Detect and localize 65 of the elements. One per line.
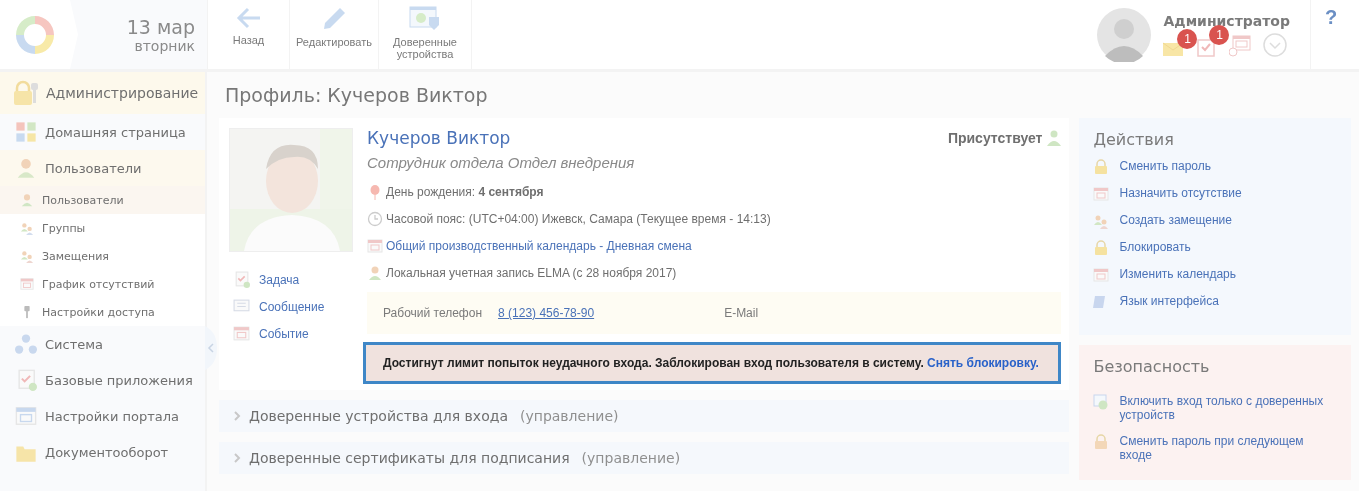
calendar-icon — [1093, 267, 1110, 283]
panel-link[interactable]: Сменить пароль при следующем входе — [1093, 434, 1337, 462]
weekday-label: вторник — [134, 37, 195, 54]
profile-name: Кучеров Виктор — [367, 128, 512, 148]
collapsible-header[interactable]: Доверенные сертификаты для подписания (управление) — [219, 442, 1070, 474]
calendar-icon — [20, 277, 34, 291]
dropdown-icon[interactable] — [1263, 32, 1288, 57]
sidebar-item[interactable]: Пользователи — [0, 150, 205, 186]
sidebar-item[interactable]: Домашняя страница — [0, 114, 205, 150]
manage-link[interactable]: (управление) — [520, 408, 619, 424]
panel-link[interactable]: Сменить пароль — [1093, 159, 1337, 186]
date-label: 13 мар — [126, 15, 195, 38]
avatar[interactable] — [1097, 7, 1152, 62]
count-badge: 1 — [1177, 28, 1198, 49]
panel-title: Действия — [1093, 130, 1175, 149]
panel-title: Безопасность — [1093, 357, 1211, 376]
calendar-icon — [367, 237, 383, 254]
panel-link[interactable]: Язык интерфейса — [1093, 294, 1337, 321]
contact-label: Рабочий телефон — [383, 306, 483, 320]
alert-message: Достигнут лимит попыток неудачного входа. Заблокирован вход пользователя в систему. Снять блокировку. — [363, 342, 1062, 384]
action-link[interactable]: Событие — [229, 320, 353, 347]
window-shield-icon — [409, 6, 441, 32]
unblock-link[interactable]: Снять блокировку. — [927, 356, 1039, 370]
panel-link[interactable]: Включить вход только с доверенных устройств — [1093, 394, 1337, 422]
calendar-icon — [1093, 186, 1110, 202]
sidebar-subitem[interactable]: Настройки доступа — [0, 298, 205, 326]
padlock-key-icon — [12, 80, 40, 106]
back-arrow-icon — [235, 6, 262, 30]
sidebar-subitem[interactable]: Замещения — [0, 242, 205, 270]
pencil-icon — [321, 6, 347, 32]
envelope-icon[interactable] — [1163, 40, 1186, 57]
panel-link[interactable]: Изменить календарь — [1093, 267, 1337, 294]
sidebar-item[interactable]: Настройки портала — [0, 398, 205, 434]
chevron-icon — [233, 411, 241, 421]
collapsible-header[interactable]: Доверенные устройства для входа (управление) — [219, 400, 1070, 432]
panel-link[interactable]: Блокировать — [1093, 240, 1337, 267]
phone-link[interactable]: 8 (123) 456-78-90 — [498, 306, 595, 320]
user-icon — [20, 193, 34, 207]
calendar-link[interactable]: Общий производственный календарь - Дневная смена — [386, 238, 692, 253]
sidebar-subitem[interactable]: График отсутствий — [0, 270, 205, 298]
page-title: Профиль: Кучеров Виктор — [225, 84, 489, 106]
collapse-handle[interactable] — [205, 326, 217, 370]
position-text: Сотрудник отдела Отдел внедрения — [367, 154, 636, 171]
sidebar-item[interactable]: Базовые приложения — [0, 362, 205, 398]
detail-text: День рождения: 4 сентября — [386, 184, 544, 199]
presence-status: Присутствует — [947, 130, 1043, 146]
calendar-icon[interactable] — [1229, 34, 1252, 57]
contact-label: E-Mail — [724, 306, 759, 320]
detail-text: Локальная учетная запись ELMA (с 28 ноября 2017) — [386, 265, 677, 280]
sidebar-item[interactable]: Документооборот — [0, 434, 205, 470]
task-icon[interactable] — [1197, 36, 1218, 57]
task-icon — [233, 271, 250, 288]
chevron-icon — [233, 453, 241, 463]
panel-link[interactable]: Создать замещение — [1093, 213, 1337, 240]
sidebar-item[interactable]: Система — [0, 326, 205, 362]
manage-link[interactable]: (управление) — [581, 450, 681, 466]
action-link[interactable]: Сообщение — [229, 293, 353, 320]
sidebar-subitem[interactable]: Группы — [0, 214, 205, 242]
sidebar-subitem[interactable]: Пользователи — [0, 186, 205, 214]
account-icon — [367, 264, 383, 281]
detail-text: Часовой пояс: (UTC+04:00) Ижевск, Самара (Текущее время - 14:13) — [386, 211, 771, 226]
panel-link[interactable]: Назначить отсутствие — [1093, 186, 1337, 213]
action-link[interactable]: Задача — [229, 266, 353, 293]
groups-icon — [20, 221, 34, 235]
person-icon — [1047, 130, 1062, 146]
